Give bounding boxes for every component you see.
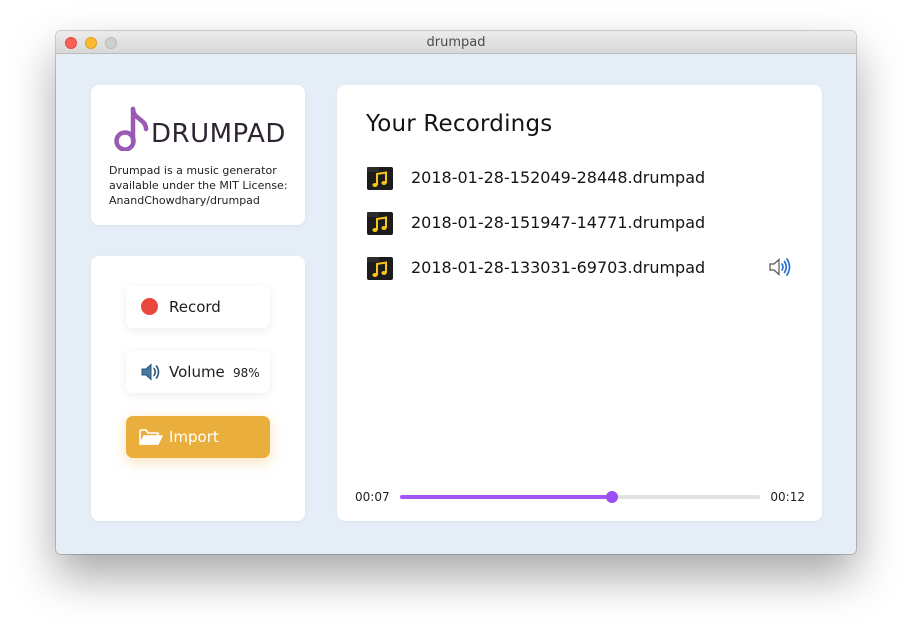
recording-item[interactable]: 2018-01-28-152049-28448.drumpad [366,165,796,210]
app-window: drumpad DRUMPAD Drumpad is a music gener… [56,31,856,554]
recordings-list: 2018-01-28-152049-28448.drumpad 2018-01-… [366,165,796,300]
seek-thumb[interactable] [606,491,619,503]
music-note-logo-icon [114,106,149,151]
logo-text: DRUMPAD [151,119,286,149]
speaker-icon [141,363,160,381]
record-button[interactable]: Record [126,286,270,328]
open-folder-icon [139,429,163,445]
seek-slider[interactable] [400,491,760,503]
about-description: Drumpad is a music generator available u… [109,163,299,208]
volume-percentage: 98% [233,366,260,380]
volume-label: Volume [169,363,225,381]
seek-progress [400,495,613,499]
recording-item[interactable]: 2018-01-28-151947-14771.drumpad [366,210,796,255]
record-dot-icon [141,298,158,315]
app-content: DRUMPAD Drumpad is a music generator ava… [56,54,856,554]
music-file-icon [367,212,393,235]
about-line: available under the MIT License: [109,179,288,192]
playback-bar: 00:07 00:12 [355,488,805,504]
total-time: 00:12 [770,490,805,504]
now-playing-speaker-icon [769,258,791,276]
about-line: AnandChowdhary/drumpad [109,194,260,207]
title-bar[interactable]: drumpad [56,31,856,54]
recording-name: 2018-01-28-133031-69703.drumpad [411,258,706,277]
current-time: 00:07 [355,490,390,504]
about-line: Drumpad is a music generator [109,164,277,177]
volume-button[interactable]: Volume 98% [126,351,270,393]
import-label: Import [169,428,219,446]
import-button[interactable]: Import [126,416,270,458]
recording-name: 2018-01-28-151947-14771.drumpad [411,213,706,232]
about-card: DRUMPAD Drumpad is a music generator ava… [91,85,305,225]
logo: DRUMPAD [113,105,286,153]
music-file-icon [367,257,393,280]
window-title: drumpad [426,35,486,50]
recording-name: 2018-01-28-152049-28448.drumpad [411,168,706,187]
controls-card: Record Volume 98% Import [91,256,305,521]
recordings-card: Your Recordings 2018-01-28-152049-28448.… [337,85,822,521]
record-label: Record [169,298,221,316]
recording-item[interactable]: 2018-01-28-133031-69703.drumpad [366,255,796,300]
recordings-title: Your Recordings [366,111,553,137]
music-file-icon [367,167,393,190]
